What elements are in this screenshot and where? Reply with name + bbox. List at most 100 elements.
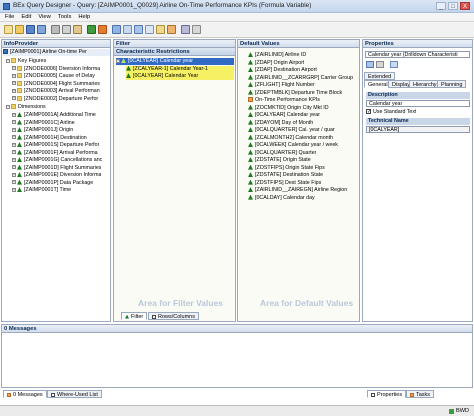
expand-icon[interactable]: +: [12, 112, 16, 117]
cut-icon[interactable]: [51, 25, 60, 34]
menu-view[interactable]: View: [38, 13, 50, 21]
multi-select-icon[interactable]: [390, 61, 398, 68]
tree-item[interactable]: + [ZAIMP0001E] Diversion Informa: [12, 172, 101, 179]
filter-item-calendar-year-2[interactable]: [0CALYEAR] Calendar Year: [126, 73, 234, 81]
filter-item-calendar-year[interactable]: − [0CALYEAR] Calendar year: [116, 58, 234, 66]
messages-icon[interactable]: [181, 25, 190, 34]
infoprovider-root[interactable]: [ZAIMP0001] Airline On-time Per: [3, 49, 110, 57]
collapse-icon[interactable]: −: [6, 58, 10, 63]
menu-help[interactable]: Help: [78, 13, 90, 21]
expand-icon[interactable]: +: [12, 172, 16, 177]
default-item[interactable]: [ZDAYOM] Day of Month: [248, 120, 313, 127]
default-item[interactable]: [0CALWEEK] Calendar year / week: [248, 142, 338, 149]
default-item[interactable]: [ZFLIGHT] Flight Number: [248, 82, 315, 89]
default-item[interactable]: [ZCALMONTH2] Calendar month: [248, 135, 333, 142]
expand-icon[interactable]: +: [12, 135, 16, 140]
tab-filter[interactable]: Filter: [121, 312, 148, 320]
menu-tools[interactable]: Tools: [58, 13, 72, 21]
properties-object-select[interactable]: Calendar year (Drilldown Characteristi: [365, 51, 470, 58]
default-item[interactable]: [ZDSTATE] Origin State: [248, 157, 311, 164]
default-item[interactable]: [ZDEPTMBLK] Departure Time Block: [248, 90, 342, 97]
expand-icon[interactable]: +: [12, 187, 16, 192]
execute-icon[interactable]: [98, 25, 107, 34]
collapse-icon[interactable]: −: [6, 104, 10, 109]
new-query-icon[interactable]: [4, 25, 13, 34]
minimize-button[interactable]: _: [436, 2, 446, 10]
expand-icon[interactable]: +: [12, 81, 16, 86]
properties-icon[interactable]: [112, 25, 121, 34]
default-item[interactable]: [0CALYEAR] Calendar year: [248, 112, 320, 119]
menu-edit[interactable]: Edit: [21, 13, 31, 21]
tree-item[interactable]: + [ZAIMP0001G] Cancellations anc: [12, 157, 102, 164]
menu-file[interactable]: File: [5, 13, 14, 21]
default-item[interactable]: [ZAIRLINID__ZAIREGN] Airline Region: [248, 187, 347, 194]
default-item[interactable]: [0CALQUARTER] Quarter: [248, 150, 316, 157]
default-item[interactable]: [ZDAP] Destination Airport: [248, 67, 317, 74]
filter-item-calendar-year-1[interactable]: [ZCALYEAR-1] Calendar Year-1: [126, 65, 234, 73]
tree-item[interactable]: + [ZAIMP0001C] Airline: [12, 120, 75, 127]
tree-item[interactable]: + [ZAIMP0001P] Data Package: [12, 180, 93, 187]
exceptions-icon[interactable]: [167, 25, 176, 34]
expand-icon[interactable]: +: [12, 180, 16, 185]
open-folder-icon[interactable]: [15, 25, 24, 34]
default-item[interactable]: On-Time Performance KPIs: [248, 97, 320, 104]
tab-planning[interactable]: Planning: [437, 80, 467, 88]
default-item[interactable]: [ZDSTFIPS] Dest State Fips: [248, 180, 321, 187]
tree-item[interactable]: + [ZAIMP0001A] Additional Time: [12, 112, 96, 119]
expand-icon[interactable]: +: [12, 157, 16, 162]
expand-icon[interactable]: +: [12, 120, 16, 125]
tab-rows-columns[interactable]: Rows/Columns: [148, 312, 199, 320]
default-item[interactable]: [0CALQUARTER] Cal. year / quar: [248, 127, 335, 134]
save-all-icon[interactable]: [37, 25, 46, 34]
expand-icon[interactable]: +: [12, 88, 16, 93]
tree-item[interactable]: + [ZNODE0005] Cause of Delay: [12, 73, 95, 80]
tab-properties[interactable]: Properties: [367, 390, 407, 398]
dimensions-folder[interactable]: − Dimensions: [6, 104, 46, 111]
tab-extended[interactable]: Extended: [364, 72, 396, 80]
default-item[interactable]: [ZDAP] Origin Airport: [248, 60, 304, 67]
expand-icon[interactable]: +: [12, 73, 16, 78]
default-item[interactable]: [ZDSTATE] Destination State: [248, 172, 323, 179]
expand-icon[interactable]: +: [12, 165, 16, 170]
tree-item[interactable]: + [ZNODE0006] Diversion Informa: [12, 66, 100, 73]
tab-tasks[interactable]: Tasks: [406, 390, 435, 398]
tab-hierarchy[interactable]: Hierarchy: [409, 80, 441, 88]
description-input[interactable]: Calendar year: [366, 100, 470, 107]
expand-icon[interactable]: +: [12, 127, 16, 132]
cells-icon[interactable]: [145, 25, 154, 34]
where-used-icon[interactable]: [192, 25, 201, 34]
default-item[interactable]: [ZAIRLINID] Airline ID: [248, 52, 306, 59]
tree-item[interactable]: + [ZAIMP0001S] Departure Perfor: [12, 142, 99, 149]
close-button[interactable]: X: [460, 2, 470, 10]
tab-messages[interactable]: 0 Messages: [3, 390, 47, 398]
default-item[interactable]: [ZOCMKTID] Origin City Mkt ID: [248, 105, 329, 112]
tree-item[interactable]: + [ZAIMP0001T] Time: [12, 187, 71, 194]
copy-icon[interactable]: [62, 25, 71, 34]
tree-item[interactable]: + [ZAIMP0001D] Flight Summaries: [12, 165, 101, 172]
use-standard-text-checkbox[interactable]: ✓ Use Standard Text: [366, 109, 416, 116]
expand-icon[interactable]: +: [12, 66, 16, 71]
expand-icon[interactable]: +: [12, 142, 16, 147]
collapse-icon[interactable]: −: [116, 58, 120, 63]
tree-item[interactable]: + [ZNODE0004] Flight Summaries: [12, 81, 100, 88]
rows-columns-icon[interactable]: [134, 25, 143, 34]
paste-icon[interactable]: [73, 25, 82, 34]
expand-icon[interactable]: +: [12, 150, 16, 155]
conditions-icon[interactable]: [156, 25, 165, 34]
tree-item[interactable]: + [ZNODE0003] Arrival Performan: [12, 88, 100, 95]
default-item[interactable]: [ZOSTFIPS] Origin State Fips: [248, 165, 325, 172]
tree-item[interactable]: + [ZAIMP0001H] Destination: [12, 135, 87, 142]
tree-item[interactable]: + [ZAIMP0001J] Origin: [12, 127, 73, 134]
expand-icon[interactable]: +: [12, 96, 16, 101]
filter-view-icon[interactable]: [123, 25, 132, 34]
check-query-icon[interactable]: [87, 25, 96, 34]
maximize-button[interactable]: □: [448, 2, 458, 10]
key-figures-folder[interactable]: − Key Figures: [6, 58, 46, 65]
tab-where-used[interactable]: Where-Used List: [47, 390, 102, 398]
default-item[interactable]: [ZAIRLINID__ZCARRGRP] Carrier Group: [248, 75, 353, 82]
tree-item[interactable]: + [ZAIMP0001F] Arrival Performa: [12, 150, 98, 157]
save-icon[interactable]: [26, 25, 35, 34]
default-item[interactable]: [0CALDAY] Calendar day: [248, 195, 315, 202]
checkbox-checked-icon[interactable]: ✓: [366, 109, 371, 115]
pin-icon[interactable]: [376, 61, 384, 68]
